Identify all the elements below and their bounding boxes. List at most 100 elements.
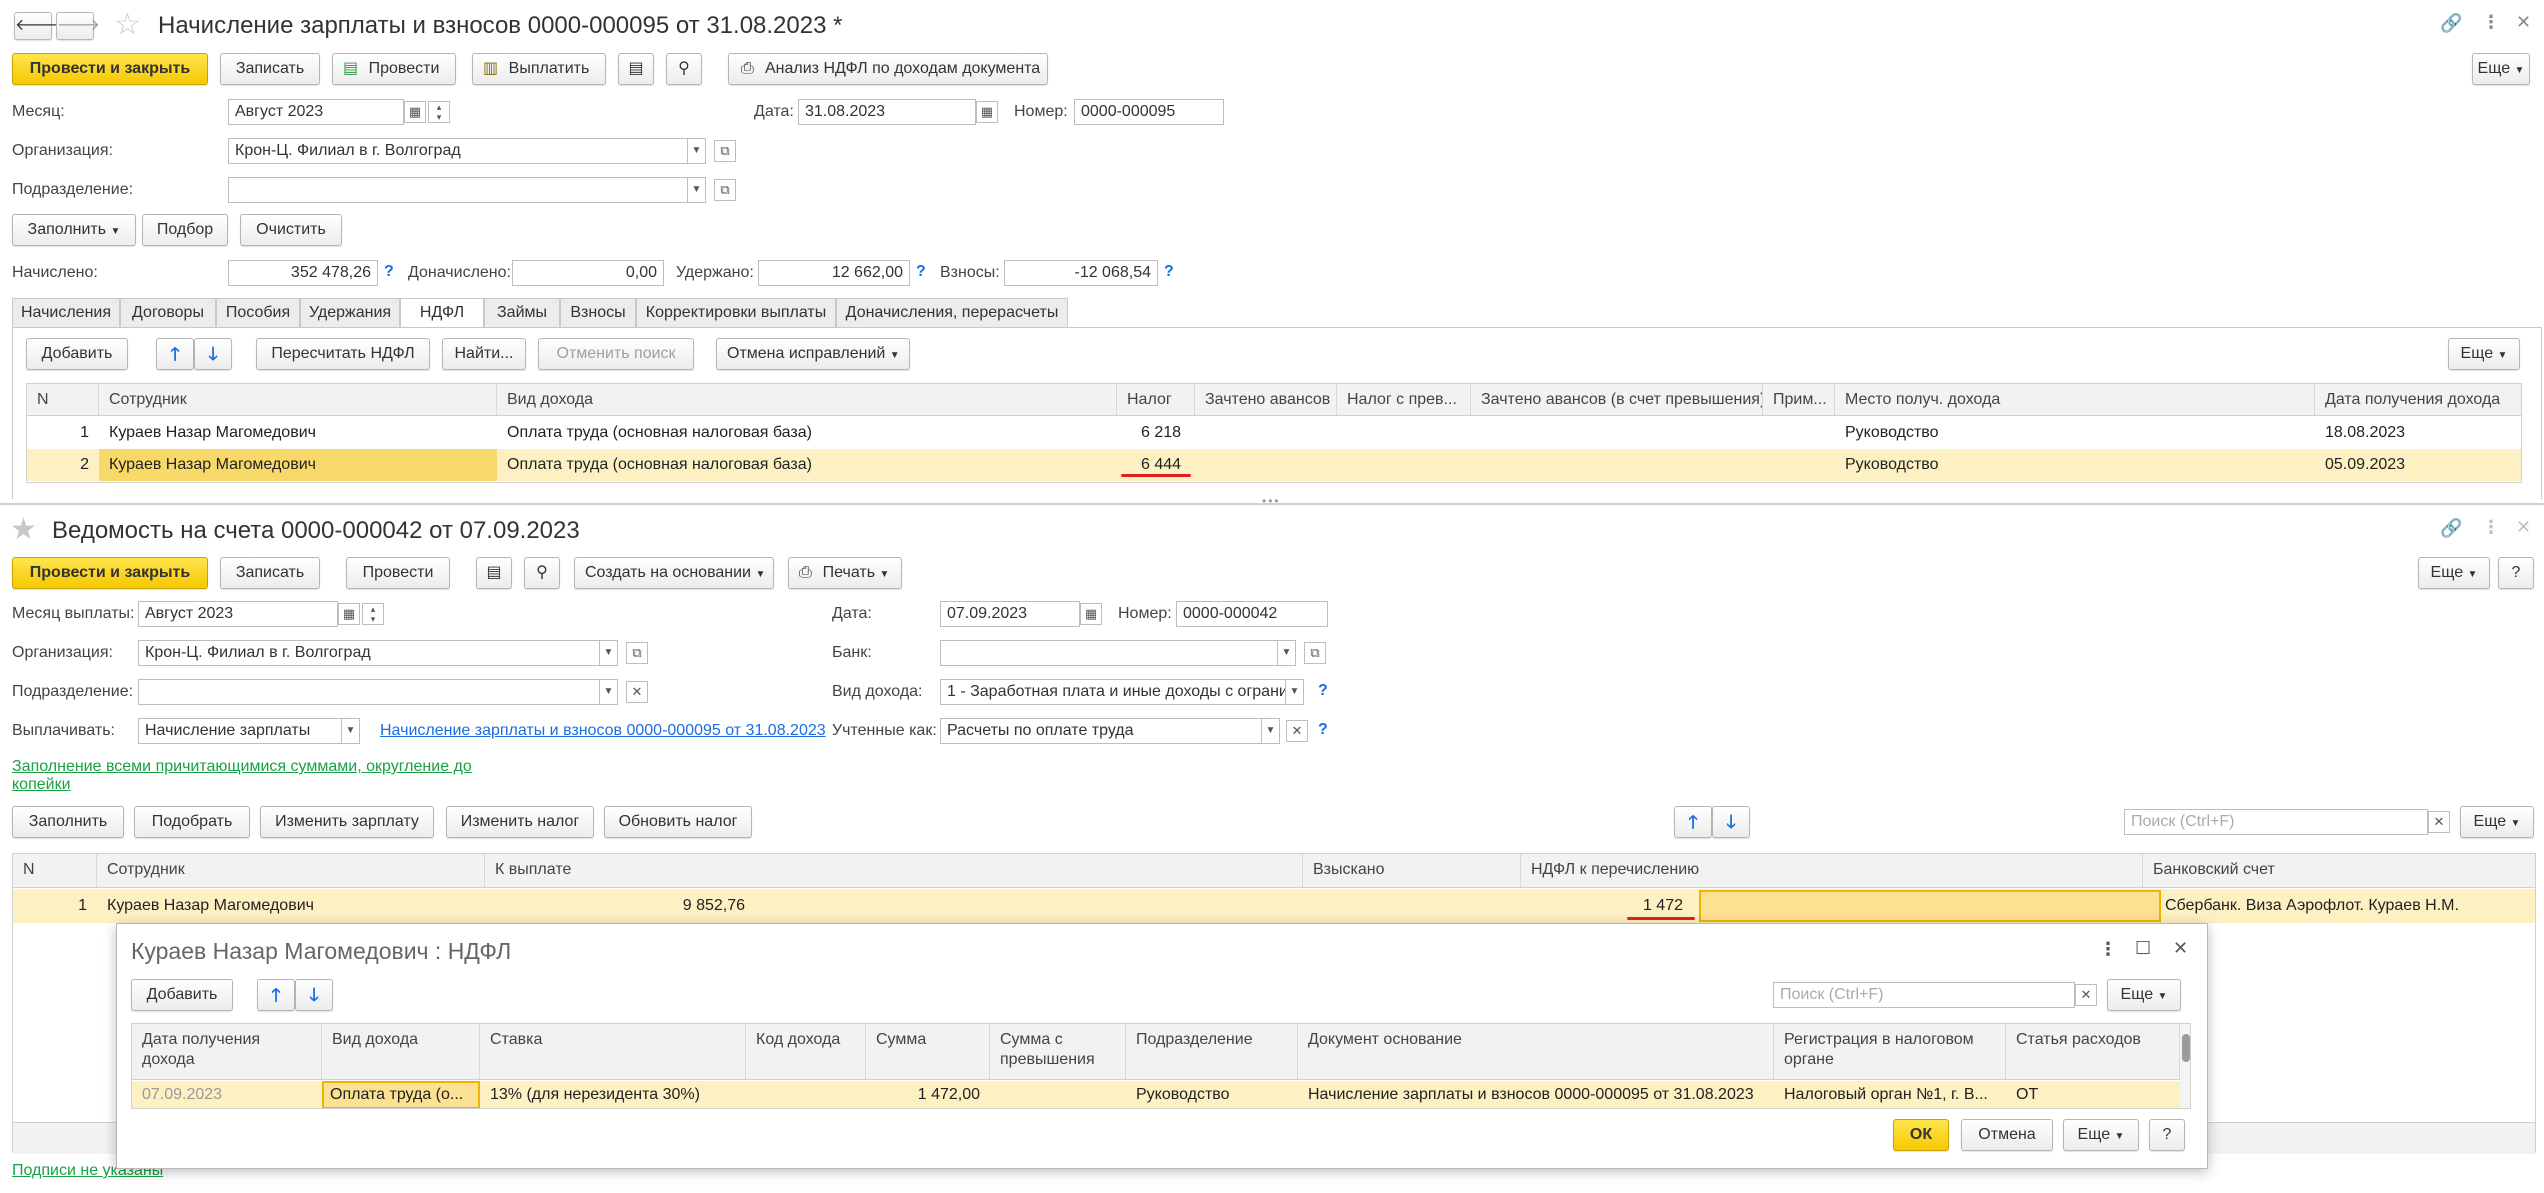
change-tax-button[interactable]: Изменить налог — [446, 806, 594, 838]
col-tax[interactable]: Налог — [1117, 384, 1195, 415]
post-button[interactable]: Провести — [346, 557, 450, 589]
cancel-button[interactable]: Отмена — [1961, 1119, 2053, 1151]
fill-button[interactable]: Заполнить ▼ — [12, 214, 136, 246]
accrued-help-icon[interactable]: ? — [384, 263, 394, 281]
ndfl-edit-cell[interactable] — [1699, 890, 2161, 922]
dept-open-icon[interactable]: ⧉ — [714, 179, 736, 201]
col-advances[interactable]: Зачтено авансов — [1195, 384, 1337, 415]
col-rate[interactable]: Ставка — [480, 1024, 746, 1079]
date-calendar-icon[interactable]: ▦ — [976, 101, 998, 123]
col-note[interactable]: Прим... — [1763, 384, 1835, 415]
col-date[interactable]: Дата получения дохода — [2315, 384, 2523, 415]
star-icon[interactable]: ☆ — [114, 10, 141, 40]
org-open-icon[interactable]: ⧉ — [626, 642, 648, 664]
star-icon[interactable]: ★ — [10, 515, 37, 545]
income-type-help-icon[interactable]: ? — [1318, 682, 1328, 700]
kebab-menu-icon[interactable]: ⋮ — [2482, 13, 2500, 31]
cell-income[interactable]: Оплата труда (о... — [322, 1081, 480, 1108]
date-calendar-icon[interactable]: ▦ — [1080, 603, 1102, 625]
col-dept[interactable]: Подразделение — [1126, 1024, 1298, 1079]
recalc-ndfl-button[interactable]: Пересчитать НДФЛ — [256, 338, 430, 370]
number-field[interactable]: 0000-000095 — [1074, 99, 1224, 125]
more-button[interactable]: Еще ▼ — [2472, 53, 2530, 85]
tab-ndfl[interactable]: НДФЛ — [400, 298, 484, 328]
col-date[interactable]: Дата получения дохода — [132, 1024, 322, 1079]
move-up-button[interactable]: 🡑 — [257, 979, 295, 1011]
table-more-button[interactable]: Еще ▼ — [2460, 806, 2534, 838]
dept-field[interactable] — [138, 679, 600, 705]
col-employee[interactable]: Сотрудник — [99, 384, 497, 415]
month-stepper[interactable]: ▴ ▾ — [362, 603, 384, 625]
save-button[interactable]: Записать — [220, 53, 320, 85]
bank-open-icon[interactable]: ⧉ — [1304, 642, 1326, 664]
income-type-field[interactable]: 1 - Заработная плата и иные доходы с огр… — [940, 679, 1286, 705]
org-field[interactable]: Крон-Ц. Филиал в г. Волгоград — [138, 640, 600, 666]
col-to-pay[interactable]: К выплате — [485, 854, 1303, 887]
dept-field[interactable] — [228, 177, 688, 203]
search-clear-icon[interactable]: ✕ — [2428, 811, 2450, 833]
search-input[interactable]: Поиск (Ctrl+F) — [1773, 982, 2075, 1008]
search-clear-icon[interactable]: ✕ — [2075, 984, 2097, 1006]
close-icon[interactable]: ✕ — [2516, 518, 2531, 536]
move-up-button[interactable]: 🡑 — [156, 338, 194, 370]
col-employee[interactable]: Сотрудник — [97, 854, 485, 887]
number-field[interactable]: 0000-000042 — [1176, 601, 1328, 627]
create-based-button[interactable]: Создать на основании ▼ — [574, 557, 774, 589]
date-field[interactable]: 07.09.2023 — [940, 601, 1080, 627]
update-tax-button[interactable]: Обновить налог — [604, 806, 752, 838]
accounted-clear-icon[interactable]: ✕ — [1286, 720, 1308, 742]
fill-button[interactable]: Заполнить — [12, 806, 124, 838]
col-ndfl[interactable]: НДФЛ к перечислению — [1521, 854, 2143, 887]
vertical-scrollbar[interactable] — [2180, 1024, 2190, 1108]
tab-deductions[interactable]: Удержания — [300, 298, 400, 328]
cancel-search-button[interactable]: Отменить поиск — [538, 338, 694, 370]
ndfl-analysis-button[interactable]: ⎙ Анализ НДФЛ по доходам документа — [728, 53, 1048, 85]
search-input[interactable]: Поиск (Ctrl+F) — [2124, 809, 2428, 835]
accounted-help-icon[interactable]: ? — [1318, 721, 1328, 739]
cancel-fixes-button[interactable]: Отмена исправлений ▼ — [716, 338, 910, 370]
tab-contracts[interactable]: Договоры — [120, 298, 216, 328]
post-and-close-button[interactable]: Провести и закрыть — [12, 557, 208, 589]
table-row-selected[interactable]: 07.09.2023 Оплата труда (о... 13% (для н… — [132, 1081, 2180, 1108]
ok-button[interactable]: ОК — [1893, 1119, 1949, 1151]
move-up-button[interactable]: 🡑 — [1674, 806, 1712, 838]
date-field[interactable]: 31.08.2023 — [798, 99, 976, 125]
col-bank-account[interactable]: Банковский счет — [2143, 854, 2537, 887]
clear-button[interactable]: Очистить — [240, 214, 342, 246]
contrib-help-icon[interactable]: ? — [1164, 263, 1174, 281]
fill-mode-link[interactable]: Заполнение всеми причитающимися суммами,… — [12, 758, 472, 794]
move-down-button[interactable]: 🡓 — [295, 979, 333, 1011]
tab-benefits[interactable]: Пособия — [216, 298, 300, 328]
back-button[interactable]: 🡐 — [14, 12, 58, 40]
col-place[interactable]: Место получ. дохода — [1835, 384, 2315, 415]
print-button[interactable]: ⎙ Печать ▼ — [788, 557, 902, 589]
org-field[interactable]: Крон-Ц. Филиал в г. Волгоград — [228, 138, 688, 164]
help-button[interactable]: ? — [2149, 1119, 2185, 1151]
table-row-selected[interactable]: 1 Кураев Назар Магомедович 9 852,76 1 47… — [13, 889, 2535, 923]
org-open-icon[interactable]: ⧉ — [714, 140, 736, 162]
org-dropdown-icon[interactable]: ▼ — [688, 138, 706, 164]
col-code[interactable]: Код дохода — [746, 1024, 866, 1079]
scrollbar-thumb[interactable] — [2182, 1034, 2190, 1062]
add-row-button[interactable]: Добавить — [131, 979, 233, 1011]
table-more-button[interactable]: Еще ▼ — [2448, 338, 2520, 370]
more-button[interactable]: Еще ▼ — [2418, 557, 2490, 589]
pay-button[interactable]: ▥ Выплатить — [472, 53, 606, 85]
pay-dropdown-icon[interactable]: ▼ — [342, 718, 360, 744]
col-tax-excess[interactable]: Налог с прев... — [1337, 384, 1471, 415]
tab-recalculations[interactable]: Доначисления, перерасчеты — [836, 298, 1068, 328]
col-n[interactable]: N — [13, 854, 97, 887]
report-button[interactable]: ▤ — [476, 557, 512, 589]
find-button[interactable]: Найти... — [442, 338, 526, 370]
income-type-dropdown-icon[interactable]: ▼ — [1286, 679, 1304, 705]
forward-button[interactable]: 🡒 — [56, 12, 100, 40]
tab-payment-corrections[interactable]: Корректировки выплаты — [636, 298, 836, 328]
attach-button[interactable]: ⚲ — [524, 557, 560, 589]
link-icon[interactable]: 🔗 — [2440, 14, 2462, 32]
col-sum[interactable]: Сумма — [866, 1024, 990, 1079]
pay-month-field[interactable]: Август 2023 — [138, 601, 338, 627]
post-button[interactable]: ▤ Провести — [332, 53, 456, 85]
move-down-button[interactable]: 🡓 — [194, 338, 232, 370]
change-salary-button[interactable]: Изменить зарплату — [260, 806, 434, 838]
pick-button[interactable]: Подобрать — [134, 806, 250, 838]
